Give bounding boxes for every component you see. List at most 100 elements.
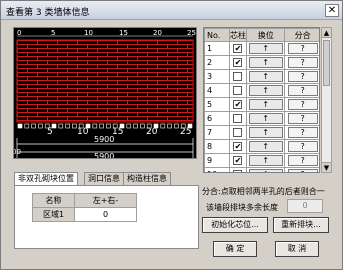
core-checkbox[interactable]: [233, 128, 243, 137]
core-marker: [106, 123, 111, 129]
merge-button[interactable]: ?: [287, 99, 318, 110]
swap-button[interactable]: ↑: [248, 141, 283, 152]
close-button[interactable]: ✕: [325, 4, 339, 17]
core-checkbox-cell[interactable]: [228, 69, 248, 84]
swap-cell: ↑: [246, 69, 286, 84]
window-title: 查看第 3 类墙体信息: [6, 8, 90, 18]
merge-cell: ?: [284, 139, 319, 154]
col-header-core: 芯柱: [228, 28, 248, 42]
table-row: 3 ↑?: [204, 69, 319, 84]
core-marker: [65, 123, 70, 129]
core-checkbox[interactable]: ✔: [233, 58, 243, 67]
core-checkbox[interactable]: ✔: [233, 100, 243, 109]
dimension-line: 5900 5900 00: [14, 135, 194, 158]
row-number: 6: [204, 111, 230, 126]
row-number: 4: [204, 83, 230, 98]
wall-drawing: 0 5 10 15 20 25 5 10 15 20 25 5900 5900 …: [14, 29, 196, 158]
swap-button[interactable]: ↑: [248, 85, 283, 96]
col-header-name: 名称: [32, 193, 75, 208]
bottom-scale-label: 5: [47, 127, 53, 137]
core-checkbox-cell[interactable]: ✔: [228, 139, 248, 154]
core-marker: [38, 123, 43, 129]
table-header-row: No. 芯柱 换位 分合: [204, 28, 319, 42]
merge-button[interactable]: ?: [287, 85, 318, 96]
core-checkbox-cell[interactable]: [228, 125, 248, 140]
init-core-button[interactable]: 初始化芯位...: [202, 217, 268, 233]
swap-cell: ↑: [246, 55, 286, 70]
row-number: 2: [204, 55, 230, 70]
tab-column-info[interactable]: 构造柱信息: [123, 172, 171, 185]
swap-cell: ↑: [246, 41, 286, 56]
core-checkbox[interactable]: ✔: [233, 44, 243, 53]
scroll-up-icon[interactable]: ▲: [322, 28, 331, 38]
swap-button[interactable]: ↑: [248, 169, 283, 172]
rearrange-button[interactable]: 重新排块...: [273, 217, 329, 233]
row-number: 5: [204, 97, 230, 112]
swap-button[interactable]: ↑: [248, 127, 283, 138]
bottom-scale-label: 10: [77, 127, 89, 137]
region-table: 名称 左+右- 区域1 0: [32, 193, 137, 222]
merge-button[interactable]: ?: [287, 113, 318, 124]
core-checkbox-cell[interactable]: ✔: [228, 41, 248, 56]
swap-button[interactable]: ↑: [248, 155, 283, 166]
core-marker: [72, 123, 77, 129]
row-number: 7: [204, 125, 230, 140]
core-checkbox[interactable]: [233, 114, 243, 123]
bottom-scale: 5 10 15 20 25: [47, 127, 191, 137]
cancel-button[interactable]: 取 消: [275, 241, 319, 257]
swap-cell: ↑: [246, 111, 286, 126]
region-offset-field[interactable]: 0: [74, 207, 137, 222]
swap-button[interactable]: ↑: [248, 113, 283, 124]
swap-cell: ↑: [246, 83, 286, 98]
merge-cell: ?: [284, 97, 319, 112]
table-scrollbar[interactable]: ▲ ▼: [321, 27, 332, 173]
merge-cell: ?: [284, 125, 319, 140]
core-checkbox[interactable]: [233, 86, 243, 95]
core-checkbox[interactable]: ✔: [233, 142, 243, 151]
merge-button[interactable]: ?: [287, 141, 318, 152]
merge-button[interactable]: ?: [287, 71, 318, 82]
merge-button[interactable]: ?: [287, 169, 318, 172]
core-checkbox-cell[interactable]: ✔: [228, 55, 248, 70]
core-checkbox-cell[interactable]: ✔: [228, 153, 248, 168]
merge-button[interactable]: ?: [287, 155, 318, 166]
top-scale-label: 10: [84, 29, 93, 37]
tab-block-position[interactable]: 非双孔砌块位置: [14, 172, 78, 186]
merge-cell: ?: [284, 153, 319, 168]
merge-button[interactable]: ?: [287, 127, 318, 138]
core-checkbox-cell[interactable]: ✔: [228, 97, 248, 112]
col-header-no: No.: [204, 28, 230, 42]
merge-cell: ?: [284, 111, 319, 126]
core-checkbox[interactable]: ✔: [233, 156, 243, 165]
swap-button[interactable]: ↑: [248, 43, 283, 54]
swap-cell: ↑: [246, 125, 286, 140]
bottom-scale-label: 20: [146, 127, 158, 137]
core-checkbox-cell[interactable]: [228, 111, 248, 126]
top-scale-label: 25: [187, 29, 196, 37]
table-row: 10 ↑?: [204, 167, 319, 172]
col-header-offset: 左+右-: [74, 193, 137, 208]
merge-button[interactable]: ?: [287, 57, 318, 68]
scroll-thumb[interactable]: [323, 40, 330, 86]
table-row: 区域1 0: [32, 207, 137, 222]
merge-button[interactable]: ?: [287, 43, 318, 54]
swap-button[interactable]: ↑: [248, 71, 283, 82]
merge-cell: ?: [284, 69, 319, 84]
core-checkbox-cell[interactable]: [228, 167, 248, 172]
core-marker: [17, 123, 23, 129]
core-checkbox[interactable]: [233, 72, 243, 81]
remaining-length-field: 0: [287, 199, 323, 213]
core-marker: [99, 123, 104, 129]
wall-preview-canvas[interactable]: 0 5 10 15 20 25 5 10 15 20 25 5900 5900 …: [13, 27, 197, 159]
scroll-down-icon[interactable]: ▼: [322, 162, 331, 172]
swap-cell: ↑: [246, 139, 286, 154]
swap-cell: ↑: [246, 153, 286, 168]
core-checkbox[interactable]: [233, 170, 243, 172]
tab-opening-info[interactable]: 洞口信息: [84, 172, 124, 185]
col-header-merge: 分合: [284, 28, 319, 42]
swap-button[interactable]: ↑: [248, 99, 283, 110]
ok-button[interactable]: 确 定: [213, 241, 257, 257]
merge-hint: 分合:点取相邻两半孔的后者则合一: [202, 187, 325, 196]
swap-button[interactable]: ↑: [248, 57, 283, 68]
core-checkbox-cell[interactable]: [228, 83, 248, 98]
